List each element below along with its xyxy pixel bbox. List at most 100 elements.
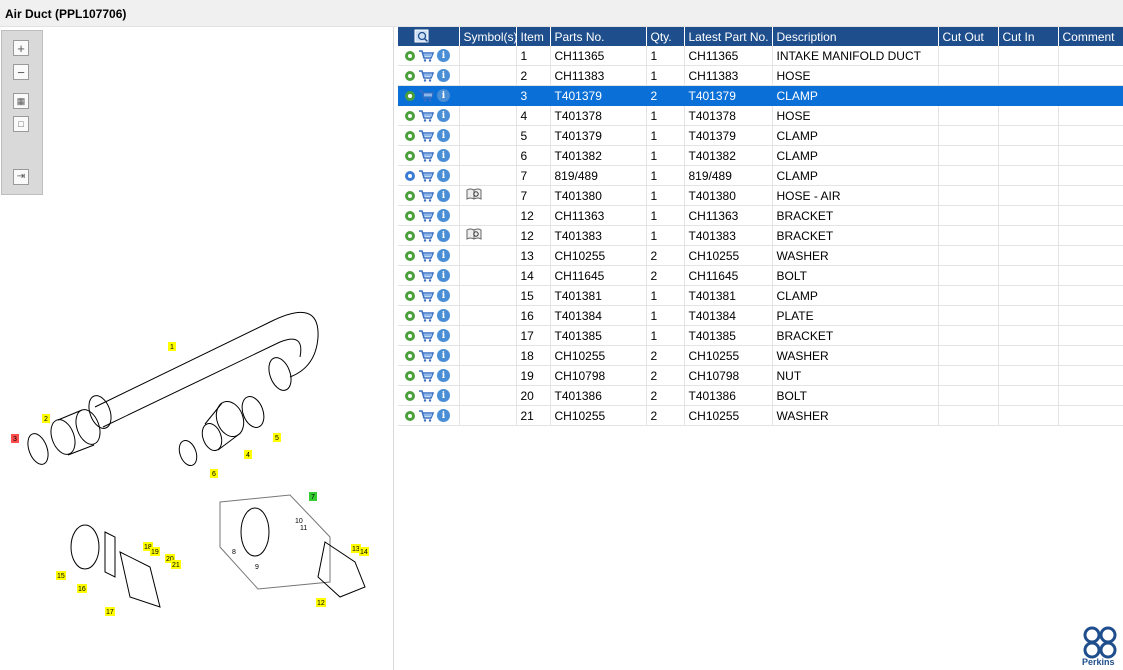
info-icon[interactable]: i [437, 189, 450, 202]
table-row[interactable]: i 3 T401379 2 T401379 CLAMP [398, 85, 1123, 106]
table-row[interactable]: i 6 T401382 1 T401382 CLAMP [398, 145, 1123, 166]
latest-part-cell: CH10798 [684, 365, 773, 386]
info-icon[interactable]: i [437, 209, 450, 222]
info-icon[interactable]: i [437, 89, 450, 102]
info-icon[interactable]: i [437, 409, 450, 422]
info-icon[interactable]: i [437, 129, 450, 142]
info-icon[interactable]: i [437, 309, 450, 322]
cart-icon[interactable] [418, 69, 435, 82]
table-row[interactable]: i 14 CH11645 2 CH11645 BOLT [398, 265, 1123, 286]
cart-icon[interactable] [418, 389, 435, 402]
gear-icon[interactable] [405, 170, 415, 181]
header-item[interactable]: Item [516, 27, 551, 46]
row-actions: i [398, 185, 460, 206]
gear-icon[interactable] [405, 370, 415, 381]
fit-all-icon[interactable]: ▦ [13, 93, 29, 109]
parts-table: Symbol(s) Item Parts No. Qty. Latest Par… [398, 27, 1123, 426]
header-cut-out[interactable]: Cut Out [938, 27, 999, 46]
table-row[interactable]: i 20 T401386 2 T401386 BOLT [398, 385, 1123, 406]
gear-icon[interactable] [405, 410, 415, 421]
zoom-in-icon[interactable]: + [13, 40, 29, 56]
gear-icon[interactable] [405, 270, 415, 281]
gear-icon[interactable] [405, 290, 415, 301]
header-search[interactable] [398, 27, 460, 46]
cart-icon[interactable] [418, 289, 435, 302]
gear-icon[interactable] [405, 330, 415, 341]
header-description[interactable]: Description [772, 27, 939, 46]
gear-icon[interactable] [405, 190, 415, 201]
gear-icon[interactable] [405, 150, 415, 161]
info-icon[interactable]: i [437, 289, 450, 302]
book-icon[interactable] [466, 228, 482, 240]
gear-icon[interactable] [405, 310, 415, 321]
table-row[interactable]: i 2 CH11383 1 CH11383 HOSE [398, 65, 1123, 86]
cart-icon[interactable] [418, 89, 435, 102]
info-icon[interactable]: i [437, 369, 450, 382]
cart-icon[interactable] [418, 49, 435, 62]
cart-icon[interactable] [418, 249, 435, 262]
table-row[interactable]: i 17 T401385 1 T401385 BRACKET [398, 325, 1123, 346]
gear-icon[interactable] [405, 230, 415, 241]
cart-icon[interactable] [418, 329, 435, 342]
table-row[interactable]: i 15 T401381 1 T401381 CLAMP [398, 285, 1123, 306]
fit-window-icon[interactable]: □ [13, 116, 29, 132]
item-cell: 1 [516, 46, 551, 66]
gear-icon[interactable] [405, 50, 415, 61]
latest-part-cell: CH11645 [684, 265, 773, 286]
info-icon[interactable]: i [437, 389, 450, 402]
gear-icon[interactable] [405, 390, 415, 401]
gear-icon[interactable] [405, 350, 415, 361]
cart-icon[interactable] [418, 189, 435, 202]
cart-icon[interactable] [418, 209, 435, 222]
gear-icon[interactable] [405, 70, 415, 81]
cart-icon[interactable] [418, 269, 435, 282]
header-symbols[interactable]: Symbol(s) [459, 27, 518, 46]
gear-icon[interactable] [405, 250, 415, 261]
book-icon[interactable] [466, 188, 482, 200]
header-qty[interactable]: Qty. [646, 27, 685, 46]
cart-icon[interactable] [418, 109, 435, 122]
table-row[interactable]: i 13 CH10255 2 CH10255 WASHER [398, 245, 1123, 266]
table-row[interactable]: i 21 CH10255 2 CH10255 WASHER [398, 405, 1123, 426]
table-row[interactable]: i 1 CH11365 1 CH11365 INTAKE MANIFOLD DUCT [398, 46, 1123, 66]
table-row[interactable]: i 7 T401380 1 T401380 HOSE - AIR [398, 185, 1123, 206]
cart-icon[interactable] [418, 409, 435, 422]
info-icon[interactable]: i [437, 169, 450, 182]
info-icon[interactable]: i [437, 229, 450, 242]
gear-icon[interactable] [405, 90, 415, 101]
table-row[interactable]: i 16 T401384 1 T401384 PLATE [398, 305, 1123, 326]
cart-icon[interactable] [418, 229, 435, 242]
gear-icon[interactable] [405, 110, 415, 121]
gear-icon[interactable] [405, 130, 415, 141]
info-icon[interactable]: i [437, 69, 450, 82]
table-row[interactable]: i 12 CH11363 1 CH11363 BRACKET [398, 205, 1123, 226]
table-row[interactable]: i 19 CH10798 2 CH10798 NUT [398, 365, 1123, 386]
table-row[interactable]: i 7 819/489 1 819/489 CLAMP [398, 165, 1123, 186]
table-row[interactable]: i 18 CH10255 2 CH10255 WASHER [398, 345, 1123, 366]
cart-icon[interactable] [418, 129, 435, 142]
table-row[interactable]: i 5 T401379 1 T401379 CLAMP [398, 125, 1123, 146]
info-icon[interactable]: i [437, 249, 450, 262]
info-icon[interactable]: i [437, 269, 450, 282]
cart-icon[interactable] [418, 349, 435, 362]
header-parts-no[interactable]: Parts No. [550, 27, 647, 46]
toggle-panel-icon[interactable]: ⇥ [13, 169, 29, 185]
table-row[interactable]: i 4 T401378 1 T401378 HOSE [398, 105, 1123, 126]
cart-icon[interactable] [418, 149, 435, 162]
gear-icon[interactable] [405, 210, 415, 221]
info-icon[interactable]: i [437, 349, 450, 362]
search-filter-icon[interactable] [414, 29, 430, 44]
zoom-out-icon[interactable]: − [13, 64, 29, 80]
info-icon[interactable]: i [437, 149, 450, 162]
info-icon[interactable]: i [437, 329, 450, 342]
cart-icon[interactable] [418, 309, 435, 322]
header-latest-part-no[interactable]: Latest Part No. [684, 27, 773, 46]
cart-icon[interactable] [418, 169, 435, 182]
header-cut-in[interactable]: Cut In [998, 27, 1059, 46]
info-icon[interactable]: i [437, 109, 450, 122]
cart-icon[interactable] [418, 369, 435, 382]
header-comment[interactable]: Comment [1058, 27, 1123, 46]
table-row[interactable]: i 12 T401383 1 T401383 BRACKET [398, 225, 1123, 246]
diagram-pane[interactable]: + − ▦ □ ⇥ 1 2 3 4 5 6 7 8 9 10 11 12 13 … [0, 27, 394, 670]
info-icon[interactable]: i [437, 49, 450, 62]
